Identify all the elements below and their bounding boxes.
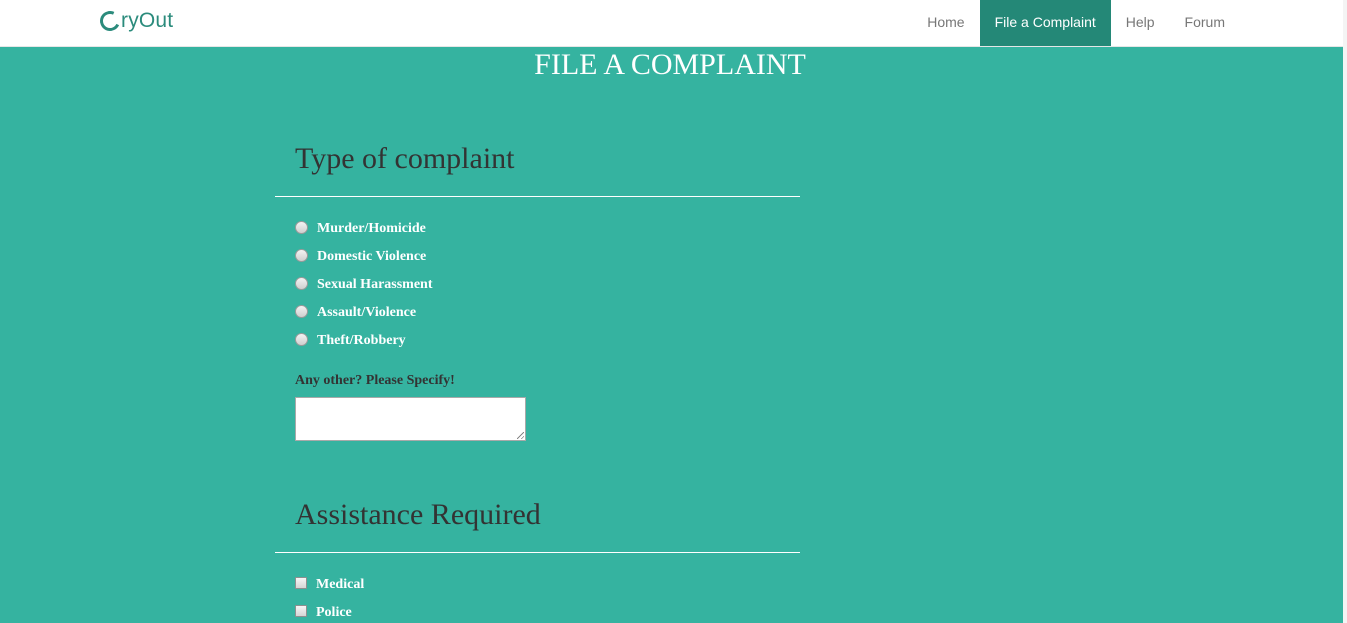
radio-button[interactable] (295, 248, 308, 262)
brand-logo[interactable]: ryOut (97, 8, 174, 34)
nav-file-complaint[interactable]: File a Complaint (979, 0, 1111, 46)
assistance-option-police[interactable]: Police (295, 604, 352, 622)
complaint-option-domestic-violence[interactable]: Domestic Violence (295, 248, 426, 266)
logo-c-icon (97, 8, 123, 34)
option-label: Medical (316, 577, 365, 592)
radio-button[interactable] (295, 276, 308, 290)
nav-home[interactable]: Home (912, 0, 979, 46)
other-complaint-label: Any other? Please Specify! (295, 373, 455, 388)
nav-forum[interactable]: Forum (1170, 0, 1240, 46)
nav-menu: Home File a Complaint Help Forum (912, 0, 1240, 46)
radio-button[interactable] (295, 332, 308, 346)
complaint-option-theft[interactable]: Theft/Robbery (295, 332, 406, 350)
complaint-type-divider (275, 196, 800, 197)
option-label: Sexual Harassment (317, 277, 433, 292)
option-label: Domestic Violence (317, 249, 427, 264)
nav-help[interactable]: Help (1111, 0, 1170, 46)
assistance-option-medical[interactable]: Medical (295, 576, 364, 594)
checkbox[interactable] (295, 577, 307, 589)
checkbox[interactable] (295, 605, 307, 617)
complaint-option-murder[interactable]: Murder/Homicide (295, 220, 426, 238)
option-label: Assault/Violence (317, 305, 417, 320)
brand-name: ryOut (121, 9, 174, 32)
option-label: Theft/Robbery (317, 333, 406, 348)
page-title: FILE A COMPLAINT (534, 48, 806, 81)
complaint-type-heading: Type of complaint (295, 142, 515, 175)
window-scrollbar[interactable] (1343, 0, 1347, 623)
assistance-heading: Assistance Required (295, 498, 541, 531)
assistance-divider (275, 552, 800, 553)
option-label: Murder/Homicide (317, 221, 426, 236)
radio-button[interactable] (295, 220, 308, 234)
top-navbar: ryOut Home File a Complaint Help Forum (0, 0, 1343, 47)
resize-handle-icon[interactable] (517, 432, 524, 439)
radio-button[interactable] (295, 304, 308, 318)
other-complaint-textarea[interactable] (295, 397, 526, 441)
complaint-option-sexual-harassment[interactable]: Sexual Harassment (295, 276, 433, 294)
option-label: Police (316, 605, 352, 620)
complaint-option-assault[interactable]: Assault/Violence (295, 304, 416, 322)
